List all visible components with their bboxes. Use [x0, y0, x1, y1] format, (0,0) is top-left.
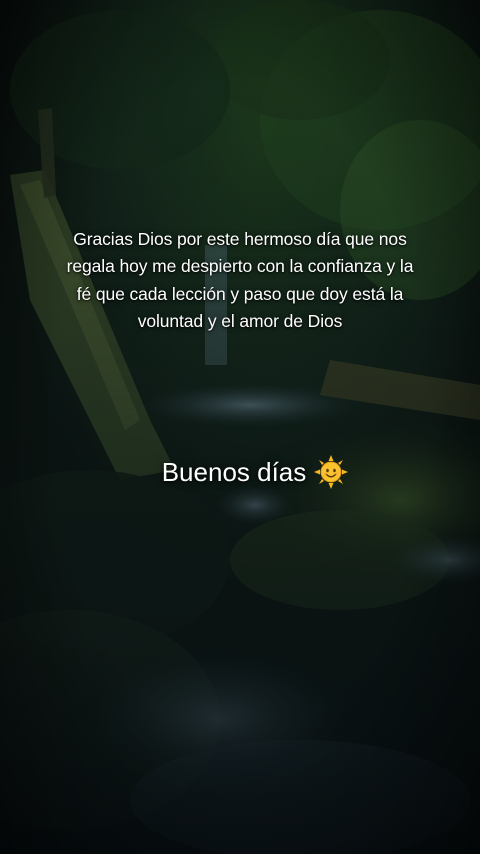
greeting-caption: Buenos días [0, 452, 480, 492]
wallpaper-screen: Gracias Dios por este hermoso día que no… [0, 0, 480, 854]
smiling-sun-icon [314, 455, 349, 489]
greeting-text: Buenos días [161, 457, 307, 487]
greeting-row: Buenos días [162, 452, 349, 492]
forest-stream-photo [0, 0, 480, 854]
quote-text: Gracias Dios por este hermoso día que no… [66, 229, 414, 332]
